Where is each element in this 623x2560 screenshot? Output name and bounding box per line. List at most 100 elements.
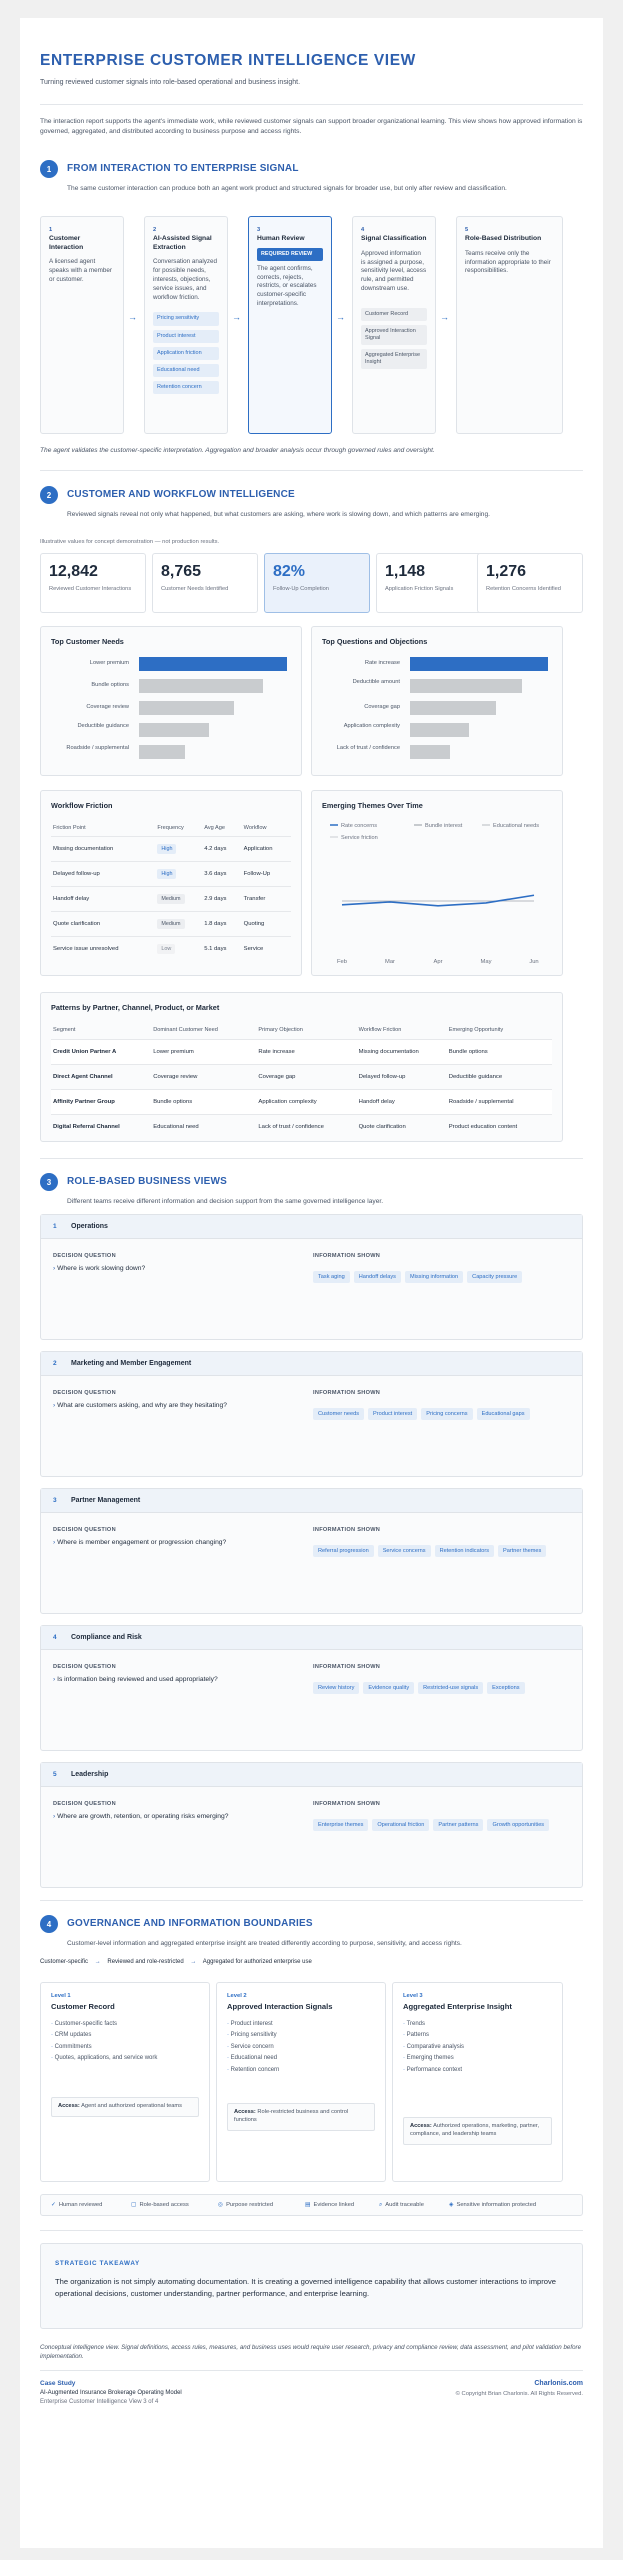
- signal-chip: Educational need: [153, 363, 219, 378]
- x-tick-label: Mar: [385, 959, 395, 965]
- opportunity-cell: Deductible guidance: [448, 1073, 503, 1080]
- table-cell: Quote clarification: [358, 1123, 406, 1130]
- governance-flow: Customer-specific → Reviewed and role-re…: [40, 1959, 583, 1971]
- needs-bar-chart: Lower premium Bundle options Coverage revi…: [51, 657, 291, 767]
- table-cell: 2.9 days: [204, 895, 227, 902]
- decision-question-label: DECISION QUESTION: [53, 1801, 116, 1807]
- level-item: Service concern: [227, 2042, 375, 2053]
- bar-row: Deductible amount: [322, 679, 552, 693]
- table-cell: Educational need: [153, 1123, 199, 1130]
- bar-label: Bundle options: [91, 682, 129, 688]
- step-desc: The agent confirms, corrects, rejects, r…: [257, 264, 317, 307]
- bar-label: Deductible guidance: [77, 723, 129, 729]
- column-header: Emerging Opportunity: [448, 1027, 504, 1034]
- table-cell: Coverage gap: [258, 1073, 296, 1080]
- bar: [410, 679, 522, 693]
- legend-label: Educational needs: [493, 823, 539, 829]
- info-tag: Operational friction: [372, 1819, 430, 1831]
- role-view-number: 2: [53, 1360, 57, 1367]
- bar-label: Roadside / supplemental: [66, 745, 129, 751]
- info-tags: Customer needs Product interest Pricing co…: [313, 1402, 572, 1425]
- legend-label: Bundle interest: [425, 823, 463, 829]
- decision-question-label: DECISION QUESTION: [53, 1527, 116, 1533]
- decision-question-label: DECISION QUESTION: [53, 1390, 116, 1396]
- segment-cell: Credit Union Partner A: [53, 1048, 117, 1055]
- decision-question-label: DECISION QUESTION: [53, 1664, 116, 1670]
- intro-text: The interaction report supports the agen…: [40, 118, 583, 135]
- info-tag: Pricing concerns: [421, 1408, 473, 1420]
- table-cell: Follow-Up: [243, 870, 271, 877]
- control-label: Audit traceable: [385, 2202, 424, 2208]
- table-cell: Delayed follow-up: [358, 1073, 406, 1080]
- bar-label: Lower premium: [89, 660, 129, 666]
- illustrative-note: Illustrative values for concept demonstr…: [40, 539, 220, 545]
- step-name: Human Review: [257, 235, 305, 242]
- level-card: Level 2 Approved Interaction Signals Pro…: [216, 1982, 386, 2182]
- section-3-header: 3 ROLE-BASED BUSINESS VIEWS: [40, 1173, 583, 1193]
- required-review-badge: REQUIRED REVIEW: [257, 247, 323, 261]
- legend-label: Rate concerns: [341, 823, 377, 829]
- column-header: Workflow Friction: [358, 1027, 402, 1034]
- decision-question: › Where are growth, retention, or operat…: [53, 1813, 228, 1820]
- info-tags: Referral progression Service concerns Rete…: [313, 1539, 572, 1562]
- info-tag: Product interest: [368, 1408, 418, 1420]
- table-row: Missing documentation High 4.2 days Appl…: [51, 836, 291, 861]
- table-cell: 1.8 days: [204, 920, 227, 927]
- frequency-badge: Medium: [157, 918, 185, 929]
- arrow-right-icon: →: [190, 1959, 197, 1965]
- bar: [410, 657, 548, 671]
- lock-icon: ▢: [131, 2202, 137, 2208]
- section-title: GOVERNANCE AND INFORMATION BOUNDARIES: [67, 1918, 313, 1929]
- table-row: Credit Union Partner A Lower premium Rat…: [51, 1039, 552, 1064]
- metric-label: Application Friction Signals: [385, 586, 454, 592]
- table-cell: Rate increase: [258, 1048, 295, 1055]
- table-cell: Handoff delay: [358, 1098, 395, 1105]
- footer-site-link[interactable]: Charlonis.com: [534, 2380, 583, 2387]
- level-tag: Level 2: [227, 1993, 247, 1999]
- info-tags: Enterprise themes Operational friction Par…: [313, 1813, 572, 1836]
- section-2-header: 2 CUSTOMER AND WORKFLOW INTELLIGENCE: [40, 486, 583, 506]
- section-number: 4: [40, 1915, 58, 1933]
- chevron-right-icon: ›: [53, 1402, 56, 1409]
- metric-card-highlighted: 82% Follow-Up Completion: [264, 553, 370, 613]
- section-3-desc: Different teams receive different inform…: [67, 1198, 384, 1205]
- page-title: ENTERPRISE CUSTOMER INTELLIGENCE VIEW: [40, 52, 416, 69]
- control-item: ◈ Sensitive information protected: [449, 2202, 536, 2208]
- level-item: Trends: [403, 2019, 552, 2030]
- footer-copyright: © Copyright Brian Charlonis. All Rights …: [455, 2391, 583, 2397]
- flow-step: Customer-specific: [40, 1959, 89, 1965]
- role-view-card: 3 Partner Management DECISION QUESTION › Wh…: [40, 1488, 583, 1614]
- info-tag: Capacity pressure: [467, 1271, 523, 1283]
- panel-title: Workflow Friction: [51, 801, 113, 810]
- table-cell: Lower premium: [153, 1048, 194, 1055]
- bar-row: Deductible guidance: [51, 723, 291, 737]
- metric-card: 1,148 Application Friction Signals: [376, 553, 482, 613]
- x-tick-label: Apr: [433, 959, 442, 965]
- step-desc: A licensed agent speaks with a member or…: [49, 258, 112, 284]
- step-number: 5: [465, 227, 469, 233]
- page: ENTERPRISE CUSTOMER INTELLIGENCE VIEW Tu…: [20, 18, 603, 2548]
- info-tag: Exceptions: [487, 1682, 525, 1694]
- segment-cell: Affinity Partner Group: [53, 1098, 115, 1105]
- level-tag: Level 3: [403, 1993, 423, 1999]
- control-item: ▢ Role-based access: [131, 2202, 189, 2208]
- legend-item: Service friction: [330, 835, 378, 841]
- step-desc: Teams receive only the information appro…: [465, 249, 551, 275]
- role-view-name: Leadership: [71, 1771, 109, 1778]
- decision-question: › Is information being reviewed and used…: [53, 1676, 218, 1683]
- step-number: 1: [49, 227, 53, 233]
- table-cell: Application complexity: [258, 1098, 317, 1105]
- step-desc: Conversation analyzed for possible needs…: [153, 258, 218, 301]
- role-view-name: Compliance and Risk: [71, 1634, 142, 1641]
- level-item: Retention concern: [227, 2065, 375, 2076]
- info-tag: Evidence quality: [363, 1682, 415, 1694]
- control-label: Evidence linked: [313, 2202, 355, 2208]
- info-tag: Partner themes: [498, 1545, 547, 1557]
- decision-question: › What are customers asking, and why are…: [53, 1402, 227, 1409]
- workflow-friction-panel: Workflow Friction Friction Point Frequen…: [40, 790, 302, 976]
- access-note: Access: Authorized operations, marketing…: [403, 2117, 552, 2145]
- question-text: What are customers asking, and why are t…: [57, 1402, 227, 1409]
- segment-cell: Direct Agent Channel: [53, 1073, 113, 1080]
- strategic-takeaway: STRATEGIC TAKEAWAY The organization is n…: [40, 2243, 583, 2329]
- page-subtitle: Turning reviewed customer signals into r…: [40, 79, 301, 86]
